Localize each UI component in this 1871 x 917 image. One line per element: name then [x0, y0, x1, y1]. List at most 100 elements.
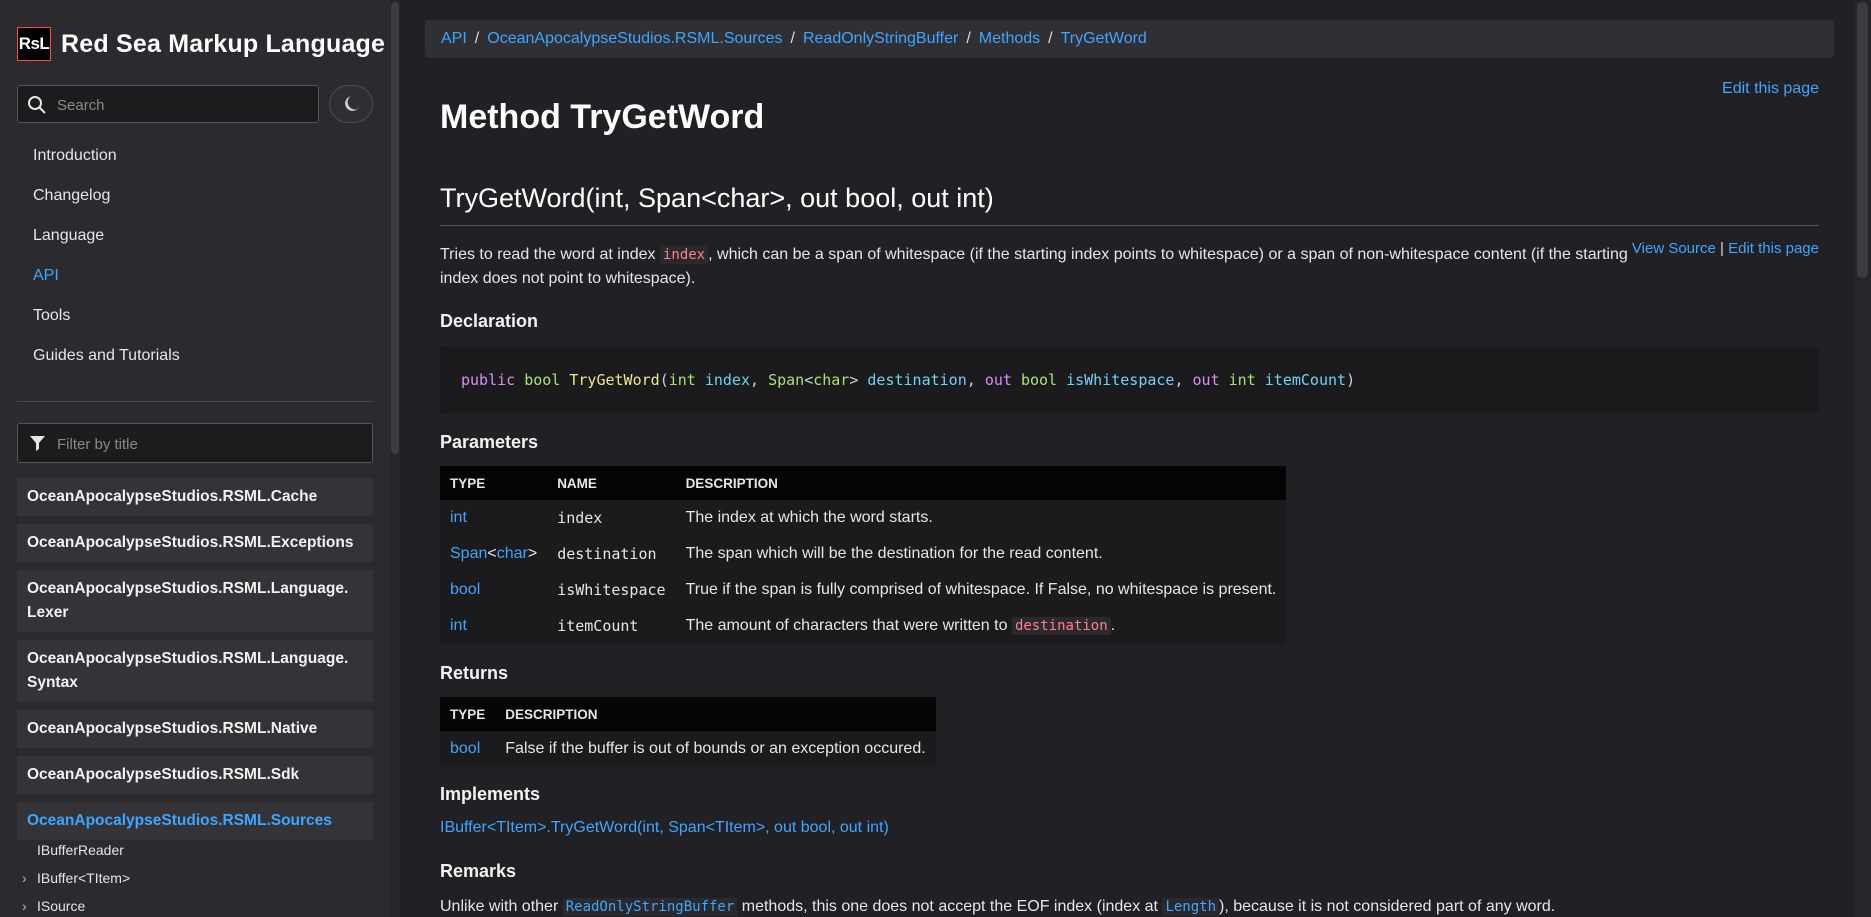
namespace-child-item[interactable]: IBufferReader [22, 836, 130, 864]
breadcrumb-link[interactable]: API [441, 30, 467, 48]
sidebar-divider [17, 401, 373, 402]
breadcrumb-link[interactable]: OceanApocalypseStudios.RSML.Sources [487, 30, 782, 48]
brand-title: Red Sea Markup Language [61, 29, 386, 58]
param-description: The amount of characters that were writt… [676, 608, 1287, 644]
code-token: , [750, 371, 769, 389]
remarks-code-link[interactable]: ReadOnlyStringBuffer [562, 898, 738, 916]
code-token: ( [659, 371, 669, 389]
namespace-item[interactable]: OceanApocalypseStudios.RSML.Sources [17, 802, 373, 840]
code-token: < [804, 371, 814, 389]
method-summary: Tries to read the word at index index, w… [440, 243, 1640, 291]
implements-link[interactable]: IBuffer<TItem>.TryGetWord(int, Span<TIte… [440, 819, 889, 837]
code-token: TryGetWord [569, 371, 660, 389]
sidebar-scrollbar-thumb[interactable] [391, 2, 399, 454]
filter-input[interactable] [55, 424, 359, 464]
nav-item-language[interactable]: Language [33, 227, 180, 267]
param-type: int [440, 608, 547, 644]
namespace-child-label: IBufferReader [37, 842, 124, 858]
breadcrumb-link[interactable]: ReadOnlyStringBuffer [803, 30, 958, 48]
param-name: itemCount [557, 617, 639, 635]
code-token: > [849, 371, 859, 389]
table-row: bool isWhitespace True if the span is full… [440, 572, 1286, 608]
column-header: TYPE [440, 466, 548, 500]
code-token: ) [1346, 371, 1356, 389]
type-link[interactable]: int [450, 509, 467, 526]
nav-item-changelog[interactable]: Changelog [33, 187, 180, 227]
return-description: False if the buffer is out of bounds or … [505, 740, 926, 757]
breadcrumb: API / OceanApocalypseStudios.RSML.Sources /… [425, 20, 1834, 58]
param-description-text: The index at which the word starts. [685, 509, 933, 526]
theme-toggle-button[interactable] [329, 85, 373, 123]
chevron-right-icon: › [22, 898, 27, 914]
param-type: Span<char> [440, 536, 547, 572]
search-input[interactable] [55, 86, 314, 124]
namespace-item[interactable]: OceanApocalypseStudios.RSML.Sdk [17, 756, 373, 794]
param-description-text: The amount of characters that were writt… [685, 617, 1012, 634]
code-token: Span [768, 371, 805, 389]
summary-code: index [659, 246, 709, 264]
parameters-table: TYPE NAME DESCRIPTION int index The index at… [440, 466, 1287, 644]
type-link[interactable]: bool [450, 581, 480, 598]
remarks-part-3: ), because it is not considered part of … [1219, 898, 1556, 915]
table-row: int index The index at which the word star… [440, 500, 1286, 536]
breadcrumb-separator: / [1048, 30, 1053, 47]
view-source-link[interactable]: View Source [1632, 240, 1716, 257]
breadcrumb-separator: / [474, 30, 480, 47]
code-token: int [1228, 371, 1256, 389]
param-description: True if the span is fully comprised of w… [676, 572, 1287, 608]
search-box [17, 85, 319, 124]
code-token: bool [1020, 371, 1058, 389]
namespace-item[interactable]: OceanApocalypseStudios.RSML.Exceptions [17, 524, 373, 562]
declaration-code: public bool TryGetWord( int index, Span < c… [440, 347, 1819, 413]
type-link[interactable]: char [497, 545, 528, 562]
namespace-child-item[interactable]: › IBuffer<TItem> [22, 864, 130, 892]
namespace-item[interactable]: OceanApocalypseStudios.RSML.Language. Sy… [17, 640, 373, 702]
code-token: public [461, 371, 516, 389]
nav-item-tools[interactable]: Tools [33, 307, 180, 347]
remarks-code-link-2[interactable]: Length [1162, 898, 1220, 916]
nav-item-introduction[interactable]: Introduction [33, 147, 180, 187]
code-token: , [1174, 371, 1193, 389]
returns-table: TYPE DESCRIPTION bool False if the buffer … [440, 697, 936, 767]
edit-this-page-link[interactable]: Edit this page [1722, 80, 1819, 98]
nav-item-api[interactable]: API [33, 267, 180, 307]
nav-item-guides-and-tutorials[interactable]: Guides and Tutorials [33, 347, 180, 387]
filter-icon [30, 436, 45, 451]
table-row: Span<char> destination The span which will… [440, 536, 1286, 572]
code-token: out [984, 371, 1012, 389]
type-link[interactable]: Span [450, 545, 487, 562]
sidebar: RsL Red Sea Markup Language Introduction… [0, 0, 400, 917]
code-token: char [813, 371, 850, 389]
namespace-item[interactable]: OceanApocalypseStudios.RSML.Language. Le… [17, 570, 373, 632]
param-description-text-2: . [1110, 617, 1116, 634]
main-scrollbar-thumb[interactable] [1857, 2, 1868, 278]
type-bracket: < [487, 545, 497, 562]
filter-box [17, 423, 373, 464]
namespace-child-item[interactable]: › ISource [22, 892, 130, 917]
main-content: API / OceanApocalypseStudios.RSML.Sources /… [400, 0, 1854, 917]
namespace-child-label: IBuffer<TItem> [37, 870, 131, 886]
edit-this-page-link-2[interactable]: Edit this page [1728, 240, 1819, 257]
declaration-heading: Declaration [440, 311, 539, 331]
namespace-item[interactable]: OceanApocalypseStudios.RSML.Cache [17, 478, 373, 516]
column-header: DESCRIPTION [495, 697, 936, 731]
param-type: bool [440, 572, 547, 608]
namespace-item[interactable]: OceanApocalypseStudios.RSML.Native [17, 710, 373, 748]
breadcrumb-link[interactable]: Methods [979, 30, 1040, 48]
breadcrumb-link[interactable]: TryGetWord [1061, 30, 1147, 48]
code-token: itemCount [1264, 371, 1347, 389]
parameters-heading: Parameters [440, 432, 539, 452]
signature-divider [440, 225, 1819, 226]
param-type: int [440, 500, 547, 536]
type-link[interactable]: bool [450, 740, 480, 757]
code-token: index [704, 371, 750, 389]
type-link[interactable]: int [450, 617, 467, 634]
code-token: bool [524, 371, 561, 389]
param-description-code: destination [1011, 617, 1111, 635]
brand[interactable]: RsL Red Sea Markup Language [17, 27, 385, 61]
source-links: View Source | Edit this page [1632, 240, 1819, 257]
